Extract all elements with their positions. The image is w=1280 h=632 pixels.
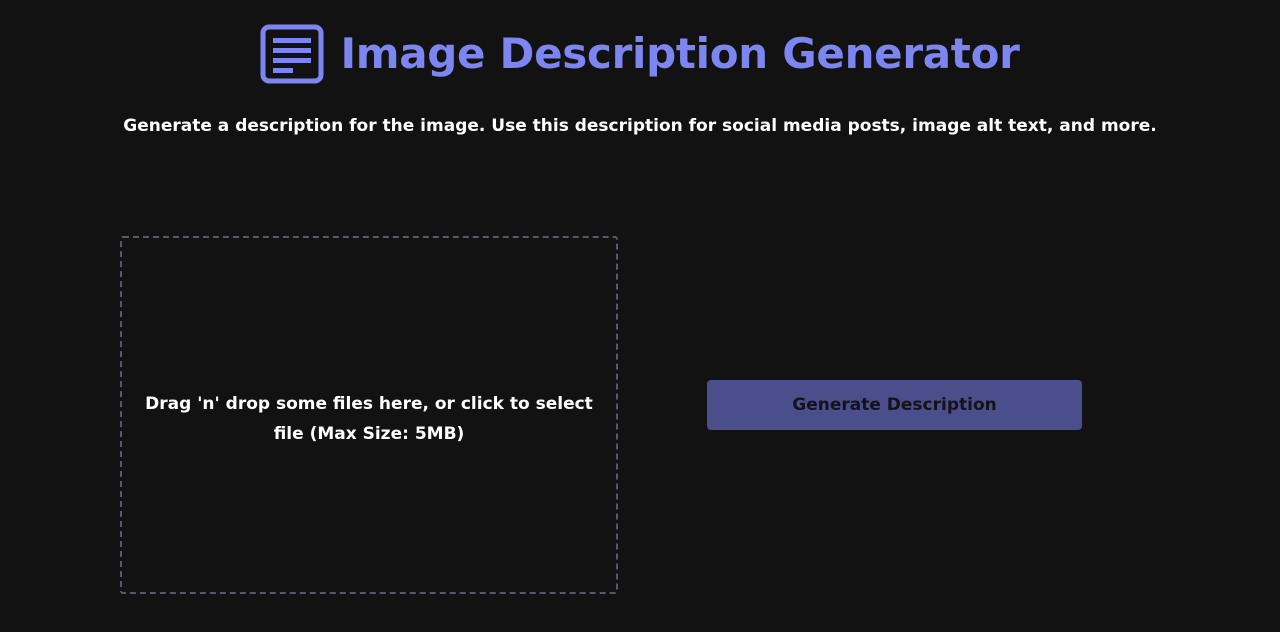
- file-dropzone[interactable]: Drag 'n' drop some files here, or click …: [120, 236, 618, 594]
- page-title: Image Description Generator: [340, 29, 1020, 78]
- dropzone-instructions: Drag 'n' drop some files here, or click …: [145, 394, 593, 444]
- header: Image Description Generator: [0, 22, 1280, 86]
- page-subtitle: Generate a description for the image. Us…: [123, 116, 1157, 136]
- generate-description-button[interactable]: Generate Description: [707, 380, 1082, 430]
- page: Image Description Generator Generate a d…: [0, 0, 1280, 632]
- document-lines-icon: [260, 24, 324, 84]
